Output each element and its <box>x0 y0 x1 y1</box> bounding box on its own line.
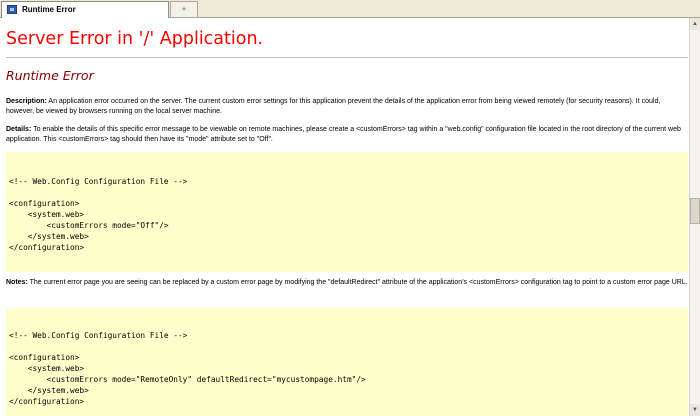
notes-label: Notes: <box>6 279 28 286</box>
details-label: Details: <box>6 126 32 133</box>
details-text: To enable the details of this specific e… <box>6 126 681 143</box>
arrow-up-icon[interactable]: ▲ <box>690 18 700 30</box>
title-divider <box>6 57 688 58</box>
description-text: An application error occurred on the ser… <box>6 98 661 115</box>
scrollbar-thumb[interactable] <box>690 198 700 224</box>
tab-bar: Runtime Error + <box>0 0 700 18</box>
vertical-scrollbar[interactable]: ▲ ▼ <box>689 18 700 416</box>
notes-paragraph: Notes: The current error page you are se… <box>6 278 688 288</box>
tab-runtime-error[interactable]: Runtime Error <box>1 1 169 18</box>
description-paragraph: Description: An application error occurr… <box>6 97 688 117</box>
browser-page-icon <box>7 5 17 14</box>
page-content: Server Error in '/' Application. Runtime… <box>6 18 688 416</box>
config-code-block-off: <!-- Web.Config Configuration File --> <… <box>6 152 688 272</box>
details-paragraph: Details: To enable the details of this s… <box>6 125 688 145</box>
description-label: Description: <box>6 98 47 105</box>
server-error-title: Server Error in '/' Application. <box>6 29 264 49</box>
new-tab-button[interactable]: + <box>170 1 198 17</box>
config-code-block-remoteonly: <!-- Web.Config Configuration File --> <… <box>6 308 688 416</box>
tab-title: Runtime Error <box>22 5 76 14</box>
arrow-down-icon[interactable]: ▼ <box>690 404 700 416</box>
runtime-error-title: Runtime Error <box>6 68 94 83</box>
notes-text: The current error page you are seeing ca… <box>27 279 688 286</box>
